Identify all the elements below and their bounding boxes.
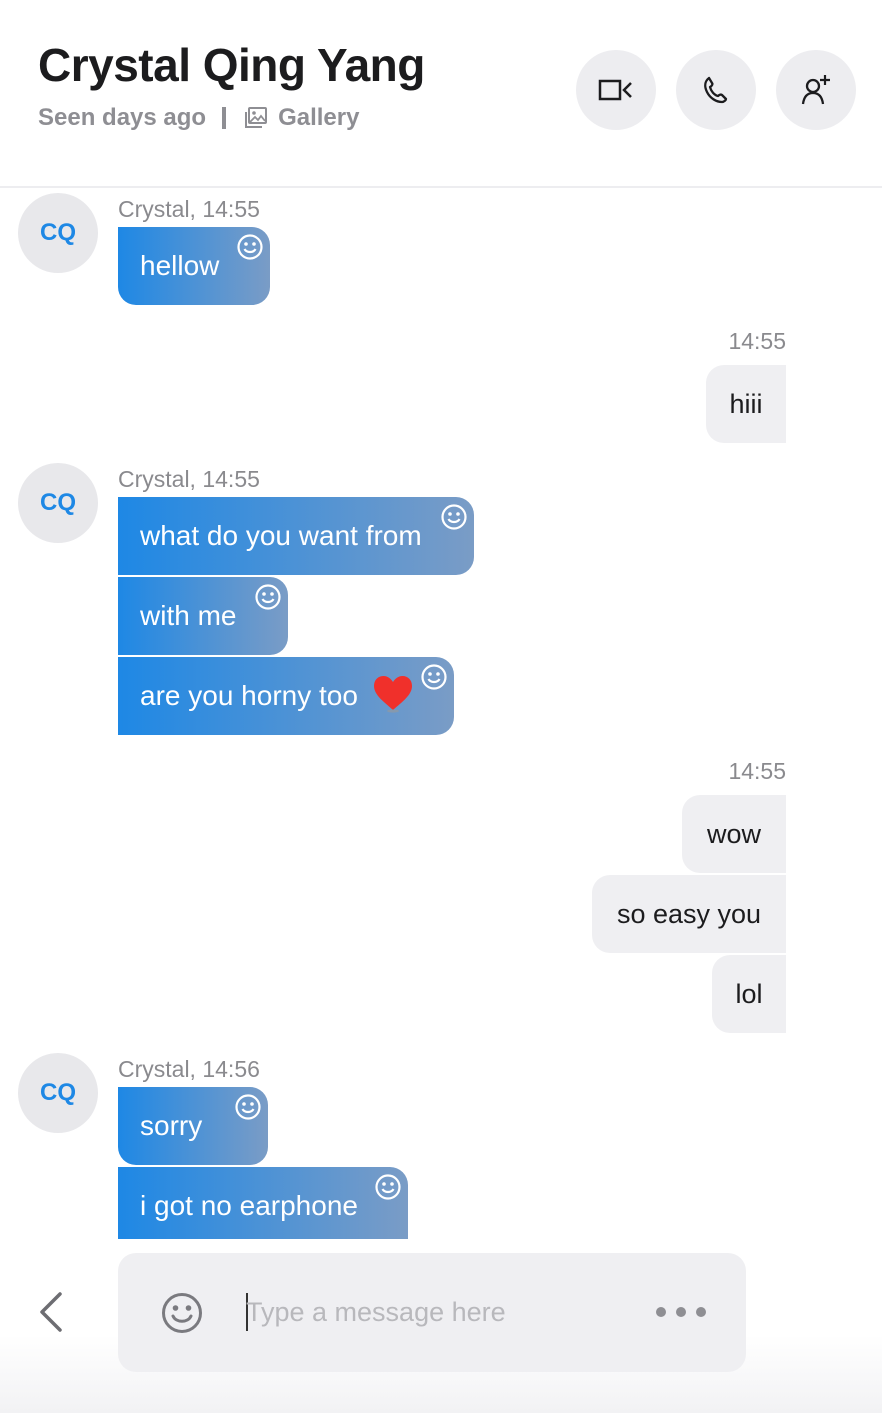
contact-status-line: Seen days ago Gallery bbox=[38, 104, 359, 132]
react-emoji-icon[interactable] bbox=[374, 1173, 402, 1201]
incoming-message[interactable]: are you horny too bbox=[118, 657, 454, 735]
contact-name: Crystal Qing Yang bbox=[38, 39, 425, 91]
heart-emoji-icon bbox=[373, 675, 412, 713]
react-emoji-icon[interactable] bbox=[236, 233, 264, 261]
more-dot bbox=[676, 1307, 686, 1317]
incoming-message[interactable]: sorry bbox=[118, 1087, 268, 1165]
react-emoji-icon[interactable] bbox=[254, 583, 282, 611]
message-text: sorry bbox=[140, 1110, 203, 1141]
message-text: wow bbox=[706, 819, 761, 849]
outgoing-message[interactable]: hiii bbox=[706, 365, 786, 443]
outgoing-message[interactable]: so easy you bbox=[592, 875, 786, 953]
incoming-message[interactable]: with me bbox=[118, 577, 288, 655]
message-text: with me bbox=[140, 600, 237, 631]
message-text: lol bbox=[735, 979, 763, 1009]
gallery-icon bbox=[245, 107, 268, 128]
react-emoji-icon[interactable] bbox=[440, 503, 468, 531]
status-separator bbox=[222, 107, 227, 129]
message-text: hellow bbox=[140, 250, 220, 281]
back-arrow-icon[interactable] bbox=[34, 1290, 70, 1334]
more-options-button[interactable] bbox=[656, 1301, 706, 1323]
message-text: hiii bbox=[729, 389, 763, 419]
video-call-button[interactable] bbox=[576, 50, 656, 130]
add-participant-button[interactable] bbox=[776, 50, 856, 130]
contact-avatar[interactable]: CQ bbox=[18, 463, 98, 543]
contact-avatar[interactable]: CQ bbox=[18, 193, 98, 273]
more-dot bbox=[696, 1307, 706, 1317]
phone-icon bbox=[704, 76, 728, 104]
chat-header: Crystal Qing Yang Seen days ago Gallery bbox=[0, 0, 882, 188]
message-meta: Crystal, 14:55 bbox=[118, 196, 260, 222]
gallery-link[interactable]: Gallery bbox=[244, 104, 359, 132]
message-text: what do you want from bbox=[140, 520, 422, 551]
outgoing-message[interactable]: lol bbox=[712, 955, 786, 1033]
add-person-icon bbox=[801, 75, 830, 105]
message-meta: Crystal, 14:55 bbox=[118, 466, 260, 492]
gallery-label: Gallery bbox=[278, 104, 360, 131]
emoji-picker-icon[interactable] bbox=[160, 1291, 204, 1335]
message-composer bbox=[118, 1253, 746, 1372]
seen-status: Seen days ago bbox=[38, 104, 207, 131]
more-dot bbox=[656, 1307, 666, 1317]
message-meta: 14:55 bbox=[728, 328, 786, 354]
message-input[interactable] bbox=[246, 1287, 626, 1337]
message-text: i got no earphone bbox=[140, 1190, 358, 1221]
incoming-message[interactable]: what do you want from bbox=[118, 497, 474, 575]
incoming-message[interactable]: i got no earphone bbox=[118, 1167, 408, 1239]
contact-avatar[interactable]: CQ bbox=[18, 1053, 98, 1133]
message-text: are you horny too bbox=[140, 680, 358, 711]
message-text: so easy you bbox=[616, 899, 762, 929]
react-emoji-icon[interactable] bbox=[420, 663, 448, 691]
incoming-message[interactable]: hellow bbox=[118, 227, 270, 305]
voice-call-button[interactable] bbox=[676, 50, 756, 130]
message-meta: Crystal, 14:56 bbox=[118, 1056, 260, 1082]
video-call-icon bbox=[598, 79, 632, 101]
message-meta: 14:55 bbox=[728, 758, 786, 784]
react-emoji-icon[interactable] bbox=[234, 1093, 262, 1121]
outgoing-message[interactable]: wow bbox=[682, 795, 786, 873]
